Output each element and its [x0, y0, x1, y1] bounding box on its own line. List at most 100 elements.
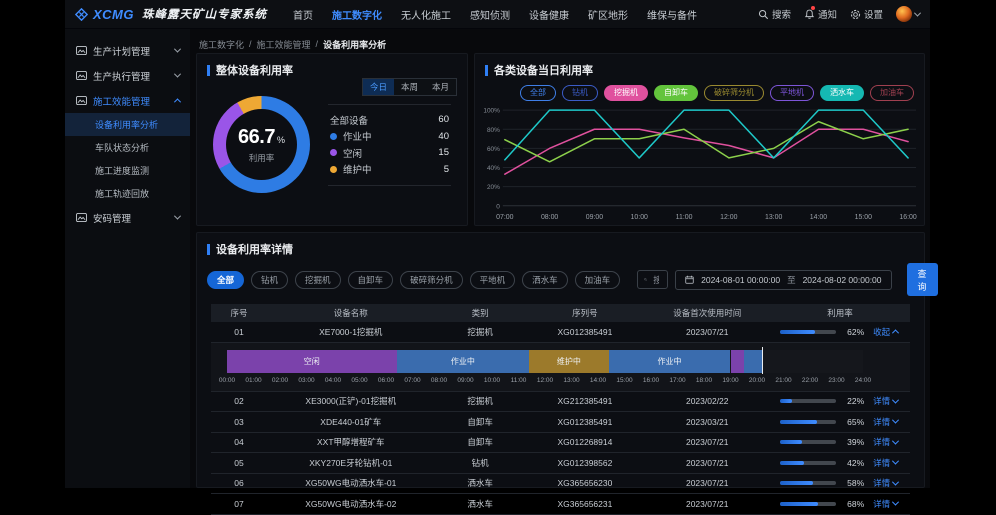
- query-button[interactable]: 查询: [907, 263, 938, 296]
- cell-first-use: 2023/02/22: [644, 396, 770, 406]
- cell-serial: XG365656230: [526, 478, 645, 488]
- sidebar-item-2-0[interactable]: 设备利用率分析: [65, 113, 190, 136]
- timeline-tick: 08:00: [431, 377, 447, 384]
- legend-dot: [330, 166, 337, 173]
- timeline-segment-4: [731, 350, 744, 373]
- filter-chip-0[interactable]: 全部: [207, 271, 244, 289]
- nav-item-0[interactable]: 首页: [293, 7, 313, 22]
- line-chart: 100%80%60%40%20%007:0008:0009:0010:0011:…: [475, 103, 924, 225]
- nav-item-6[interactable]: 维保与备件: [647, 7, 697, 22]
- svg-text:11:00: 11:00: [676, 214, 693, 221]
- sidebar-group-0[interactable]: 生产计划管理: [65, 38, 190, 63]
- settings-button[interactable]: 设置: [850, 7, 883, 21]
- progress-bar: [780, 330, 836, 334]
- search-button[interactable]: 搜索: [758, 7, 791, 21]
- nav-item-3[interactable]: 感知侦测: [470, 7, 510, 22]
- svg-text:20%: 20%: [487, 184, 500, 191]
- sidebar-group-3[interactable]: 安码管理: [65, 205, 190, 230]
- legend-chip-3[interactable]: 自卸车: [654, 85, 698, 101]
- card-title: 各类设备当日利用率: [494, 62, 593, 78]
- timeline-tick: 06:00: [378, 377, 394, 384]
- sidebar: 生产计划管理生产执行管理施工效能管理设备利用率分析车队状态分析施工进度监测施工轨…: [65, 29, 190, 488]
- sidebar-group-2[interactable]: 施工效能管理: [65, 88, 190, 113]
- cell-first-use: 2023/07/21: [644, 437, 770, 447]
- sidebar-item-2-2[interactable]: 施工进度监测: [65, 159, 190, 182]
- notifications-button[interactable]: 通知: [804, 7, 837, 21]
- tab-2[interactable]: 本月: [425, 79, 456, 95]
- timeline-tick: 23:00: [828, 377, 844, 384]
- notification-badge: [811, 6, 815, 10]
- filter-chip-1[interactable]: 钻机: [251, 271, 288, 289]
- detail-link[interactable]: 详情: [873, 395, 898, 407]
- table-row: 01XE7000-1挖掘机挖掘机XG0123854912023/07/2162%…: [211, 322, 910, 343]
- collapse-link[interactable]: 收起: [873, 326, 898, 338]
- nav-item-5[interactable]: 矿区地形: [588, 7, 628, 22]
- brand: XCMG 珠峰露天矿山专家系统: [75, 6, 267, 22]
- timeline-tick: 16:00: [643, 377, 659, 384]
- date-range-picker[interactable]: 2024-08-01 00:00:00 至 2024-08-02 00:00:0…: [675, 270, 891, 290]
- filter-chip-7[interactable]: 加油车: [575, 271, 621, 289]
- filter-chip-3[interactable]: 自卸车: [348, 271, 394, 289]
- filter-chip-4[interactable]: 破碎筛分机: [400, 271, 463, 289]
- legend-chip-6[interactable]: 洒水车: [820, 85, 864, 101]
- cell-rate: 39% 详情: [770, 436, 910, 448]
- table-search[interactable]: [637, 270, 668, 289]
- chevron-down-icon: [892, 458, 899, 465]
- legend-chip-2[interactable]: 挖掘机: [604, 85, 648, 101]
- filter-chips: 全部钻机挖掘机自卸车破碎筛分机平地机洒水车加油车: [207, 271, 620, 289]
- filter-chip-6[interactable]: 洒水车: [522, 271, 568, 289]
- nav-item-1[interactable]: 施工数字化: [332, 7, 382, 22]
- timeline-tick: 22:00: [802, 377, 818, 384]
- search-input[interactable]: [651, 274, 661, 286]
- cell-name: XDE440-01矿车: [267, 416, 435, 428]
- folder-icon: [76, 213, 87, 222]
- tab-0[interactable]: 今日: [363, 79, 394, 95]
- detail-link[interactable]: 详情: [873, 457, 898, 469]
- cell-no: 01: [211, 327, 267, 337]
- cell-first-use: 2023/07/21: [644, 478, 770, 488]
- cell-no: 03: [211, 417, 267, 427]
- chevron-down-icon: [892, 499, 899, 506]
- filter-chip-5[interactable]: 平地机: [470, 271, 516, 289]
- sidebar-item-2-1[interactable]: 车队状态分析: [65, 136, 190, 159]
- legend-chip-5[interactable]: 平地机: [770, 85, 814, 101]
- stat-value: 15: [438, 147, 449, 158]
- legend-chip-4[interactable]: 破碎筛分机: [704, 85, 764, 101]
- cell-category: 洒水车: [435, 498, 526, 510]
- detail-link[interactable]: 详情: [873, 477, 898, 489]
- timeline-tick: 01:00: [245, 377, 261, 384]
- cell-name: XKY270E牙轮钻机-01: [267, 457, 435, 469]
- avatar: [896, 6, 912, 22]
- breadcrumb-item-1[interactable]: 施工效能管理: [257, 38, 311, 51]
- breadcrumb-item-0[interactable]: 施工数字化: [199, 38, 244, 51]
- search-label: 搜索: [772, 7, 791, 21]
- nav-item-4[interactable]: 设备健康: [529, 7, 569, 22]
- overall-body: 66.7 % 利用率 全部设备60作业中40空闲15维护中5: [197, 96, 467, 193]
- detail-link[interactable]: 详情: [873, 416, 898, 428]
- timeline-tick: 04:00: [325, 377, 341, 384]
- status-timeline: 空闲作业中维护中作业中00:0001:0002:0003:0004:0005:0…: [211, 343, 910, 392]
- detail-link[interactable]: 详情: [873, 498, 898, 510]
- nav-item-2[interactable]: 无人化施工: [401, 7, 451, 22]
- legend-chip-1[interactable]: 钻机: [562, 85, 598, 101]
- rate-percent: 39%: [841, 437, 864, 447]
- tab-1[interactable]: 本周: [394, 79, 425, 95]
- legend-chip-0[interactable]: 全部: [520, 85, 556, 101]
- sidebar-item-2-3[interactable]: 施工轨迹回放: [65, 182, 190, 205]
- chevron-down-icon: [174, 46, 181, 53]
- filter-chip-2[interactable]: 挖掘机: [295, 271, 341, 289]
- cell-serial: XG365656231: [526, 499, 645, 509]
- stat-label: 空闲: [343, 146, 362, 160]
- table-row: 03XDE440-01矿车自卸车XG0123854912023/03/2165%…: [211, 412, 910, 433]
- card-header: 设备利用率详情: [197, 233, 924, 257]
- svg-text:07:00: 07:00: [496, 214, 513, 221]
- progress-fill: [780, 440, 802, 444]
- user-menu[interactable]: [896, 6, 920, 22]
- utilization-label: 利用率: [249, 152, 275, 164]
- legend-chip-7[interactable]: 加油车: [870, 85, 914, 101]
- stat-row-0: 作业中40: [330, 128, 449, 145]
- folder-icon: [76, 71, 87, 80]
- detail-link[interactable]: 详情: [873, 436, 898, 448]
- sidebar-group-1[interactable]: 生产执行管理: [65, 63, 190, 88]
- stat-value: 40: [438, 131, 449, 142]
